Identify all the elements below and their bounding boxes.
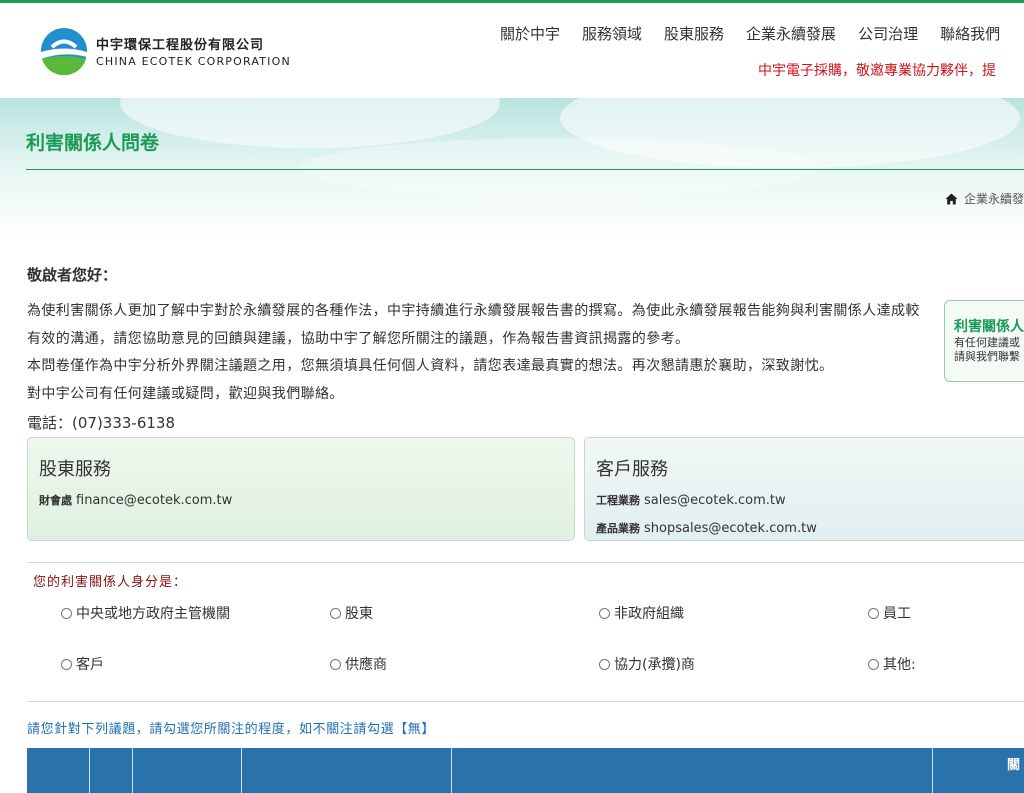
main-nav: 關於中宇 服務領域 股東服務 企業永續發展 公司治理 聯絡我們: [500, 23, 1022, 44]
shareholder-service-card: 股東服務 財會處 finance@ecotek.com.tw: [27, 437, 575, 541]
finance-contact: 財會處 finance@ecotek.com.tw: [39, 492, 232, 508]
survey-instruction: 請您針對下列議題，請勾選您所關注的程度，如不關注請勾選【無】: [27, 722, 436, 737]
intro-paragraph: 對中宇公司有任何建議或疑問，歡迎與我們聯絡。: [27, 385, 344, 402]
column-divider: [241, 748, 242, 793]
contact-phone: 電話：(07)333-6138: [27, 414, 176, 432]
contact-label: 工程業務: [596, 494, 640, 507]
page-title: 利害關係人問卷: [26, 132, 160, 154]
breadcrumb-link[interactable]: 企業永續發: [964, 190, 1024, 207]
breadcrumb: 企業永續發: [945, 190, 1024, 207]
identity-option-contractor[interactable]: 協力(承攬)商: [599, 654, 695, 674]
side-box-title: 利害關係人: [954, 319, 1024, 335]
shop-sales-contact: 產品業務 shopsales@ecotek.com.tw: [596, 520, 817, 536]
radio-button[interactable]: [330, 658, 341, 670]
nav-contact[interactable]: 聯絡我們: [940, 23, 1000, 44]
nav-services[interactable]: 服務領域: [582, 23, 642, 44]
logo-english-name: CHINA ECOTEK CORPORATION: [96, 55, 291, 68]
email-link[interactable]: finance@ecotek.com.tw: [76, 493, 232, 508]
radio-button[interactable]: [599, 658, 610, 670]
identity-option-employee[interactable]: 員工: [868, 603, 911, 623]
section-divider: [27, 701, 1024, 702]
identity-option-other[interactable]: 其他:: [868, 654, 916, 674]
email-link[interactable]: shopsales@ecotek.com.tw: [644, 521, 817, 536]
customer-service-card: 客戶服務 工程業務 sales@ecotek.com.tw 產品業務 shopsal…: [584, 437, 1024, 541]
column-divider: [132, 748, 133, 793]
contact-label: 產品業務: [596, 522, 640, 535]
identity-option-shareholder[interactable]: 股東: [330, 603, 373, 623]
table-header-cell: 關: [1007, 758, 1021, 773]
site-header: 中宇環保工程股份有限公司 CHINA ECOTEK CORPORATION 關於…: [0, 3, 1024, 98]
home-icon[interactable]: [945, 193, 958, 205]
intro-paragraph: 為使利害關係人更加了解中宇對於永續發展的各種作法，中宇持續進行永續發展報告書的撰…: [27, 303, 920, 347]
identity-option-government[interactable]: 中央或地方政府主管機關: [61, 603, 230, 623]
intro-text: 為使利害關係人更加了解中宇對於永續發展的各種作法，中宇持續進行永續發展報告書的撰…: [27, 298, 932, 408]
side-box-text: 請與我們聯繫: [954, 350, 1020, 363]
logo-icon: [41, 28, 87, 75]
sales-contact: 工程業務 sales@ecotek.com.tw: [596, 492, 786, 508]
nav-sustainability[interactable]: 企業永續發展: [746, 23, 836, 44]
greeting: 敬啟者您好：: [27, 266, 118, 284]
nav-governance[interactable]: 公司治理: [858, 23, 918, 44]
nav-shareholder[interactable]: 股東服務: [664, 23, 724, 44]
company-logo[interactable]: 中宇環保工程股份有限公司 CHINA ECOTEK CORPORATION: [40, 27, 291, 75]
identity-question: 您的利害關係人身分是：: [33, 575, 188, 590]
radio-button[interactable]: [868, 607, 879, 619]
radio-button[interactable]: [868, 658, 879, 670]
logo-chinese-name: 中宇環保工程股份有限公司: [96, 38, 265, 53]
card-title: 客戶服務: [596, 459, 668, 480]
intro-paragraph: 本問卷僅作為中宇分析外界關注議題之用，您無須填具任何個人資料，請您表達最真實的想…: [27, 358, 834, 374]
card-title: 股東服務: [39, 459, 111, 480]
side-box-text: 有任何建議或: [954, 336, 1020, 349]
nav-about[interactable]: 關於中宇: [500, 23, 560, 44]
column-divider: [451, 748, 452, 793]
contact-label: 財會處: [39, 494, 72, 507]
identity-option-supplier[interactable]: 供應商: [330, 654, 387, 674]
section-divider: [27, 562, 1024, 563]
stakeholder-contact-box[interactable]: 利害關係人 有任何建議或 請與我們聯繫: [944, 300, 1024, 382]
page-banner: 利害關係人問卷 企業永續發: [0, 98, 1024, 238]
radio-button[interactable]: [61, 607, 72, 619]
column-divider: [932, 748, 933, 793]
identity-option-customer[interactable]: 客戶: [61, 654, 104, 674]
email-link[interactable]: sales@ecotek.com.tw: [644, 493, 786, 508]
identity-option-ngo[interactable]: 非政府組織: [599, 603, 684, 623]
radio-button[interactable]: [61, 658, 72, 670]
radio-button[interactable]: [330, 607, 341, 619]
radio-button[interactable]: [599, 607, 610, 619]
banner-cloud: [300, 138, 820, 198]
title-divider: [26, 169, 1024, 170]
announcement-marquee[interactable]: 中宇電子採購，敬邀專業協力夥伴，提: [758, 60, 996, 80]
issues-table-header: 關: [27, 748, 1024, 793]
column-divider: [89, 748, 90, 793]
